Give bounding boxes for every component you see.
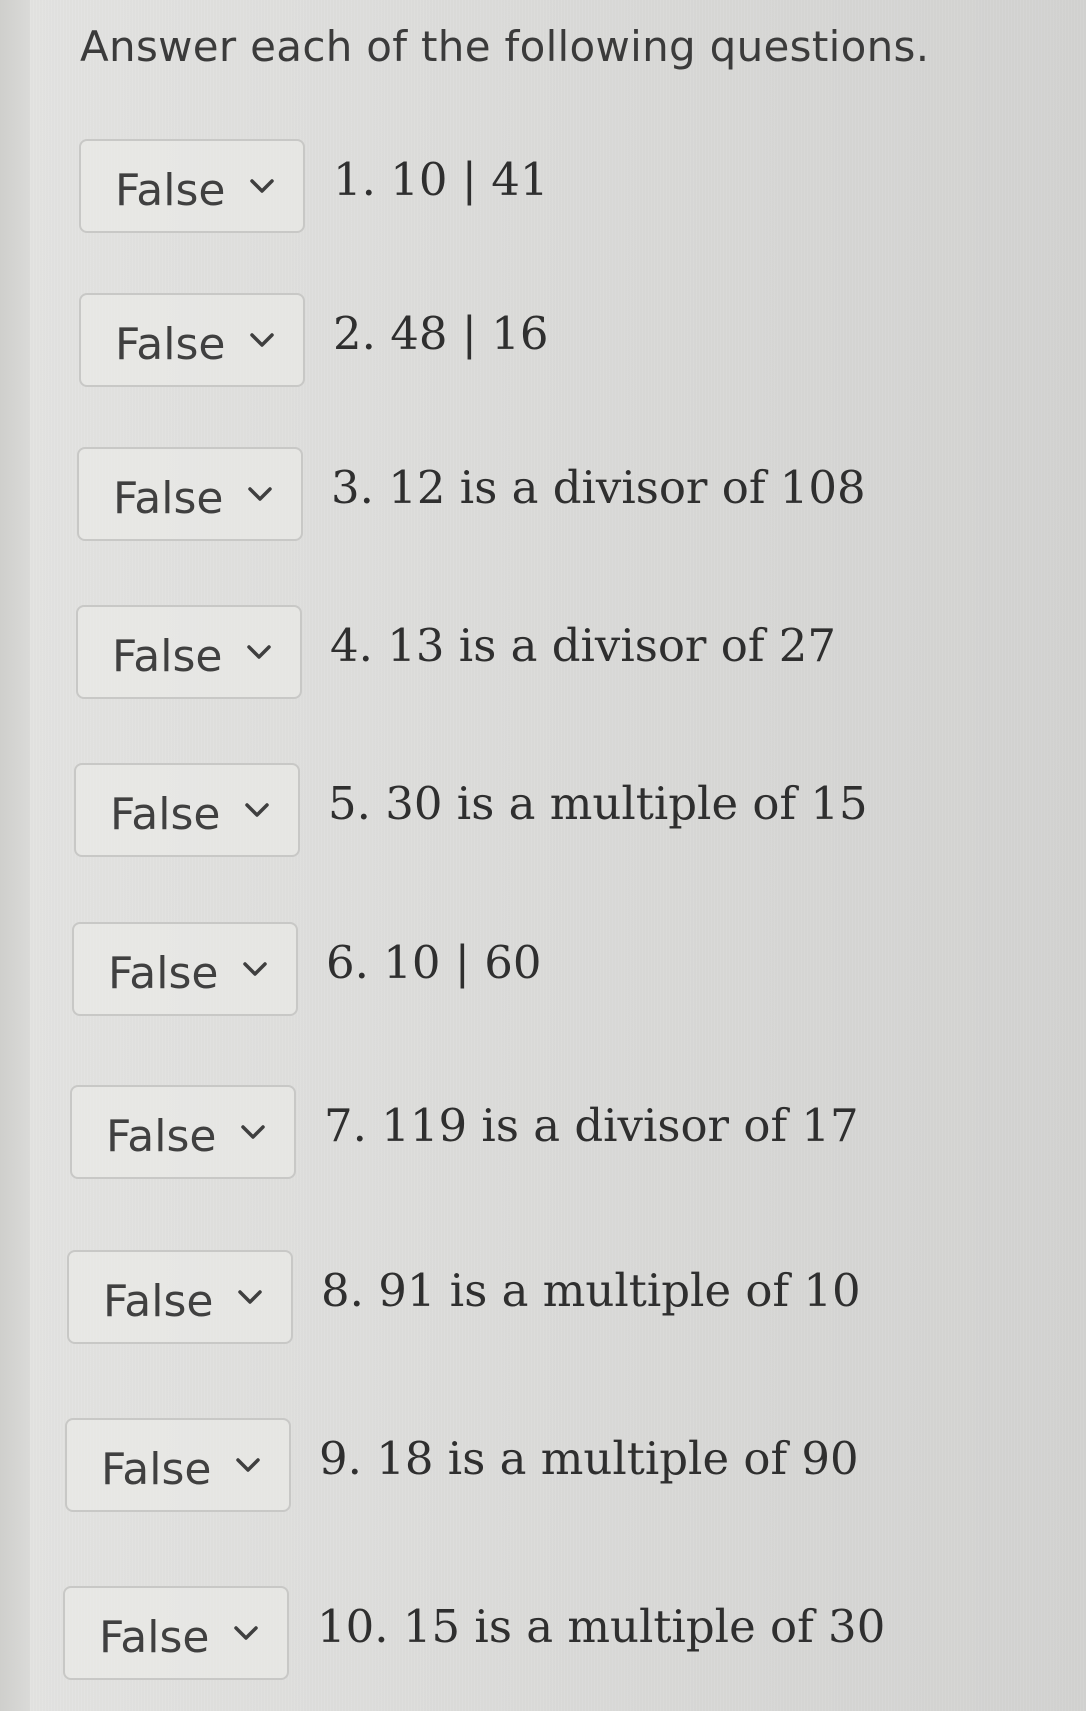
answer-value: False — [115, 165, 226, 216]
chevron-down-icon — [236, 1458, 260, 1472]
answer-select-2[interactable]: False — [79, 293, 305, 387]
answer-value: False — [113, 473, 224, 524]
answer-value: False — [106, 1111, 217, 1162]
answer-value: False — [112, 631, 223, 682]
answer-value: False — [103, 1276, 214, 1327]
chevron-down-icon — [243, 962, 267, 976]
answer-value: False — [115, 319, 226, 370]
answer-value: False — [101, 1444, 212, 1495]
chevron-down-icon — [250, 179, 274, 193]
question-text-8: 8. 91 is a multiple of 10 — [321, 1264, 861, 1317]
answer-select-1[interactable]: False — [79, 139, 305, 233]
chevron-down-icon — [250, 333, 274, 347]
question-text-4: 4. 13 is a divisor of 27 — [330, 619, 837, 672]
question-text-2: 2. 48 | 16 — [333, 307, 549, 360]
answer-value: False — [108, 948, 219, 999]
answer-select-5[interactable]: False — [74, 763, 300, 857]
question-text-6: 6. 10 | 60 — [326, 936, 542, 989]
answer-select-3[interactable]: False — [77, 447, 303, 541]
answer-value: False — [110, 789, 221, 840]
instructions: Answer each of the following questions. — [80, 22, 930, 71]
answer-select-4[interactable]: False — [76, 605, 302, 699]
answer-value: False — [99, 1612, 210, 1663]
question-text-5: 5. 30 is a multiple of 15 — [328, 777, 868, 830]
answer-select-6[interactable]: False — [72, 922, 298, 1016]
chevron-down-icon — [247, 645, 271, 659]
chevron-down-icon — [234, 1626, 258, 1640]
question-text-9: 9. 18 is a multiple of 90 — [319, 1432, 859, 1485]
chevron-down-icon — [248, 487, 272, 501]
question-text-7: 7. 119 is a divisor of 17 — [324, 1099, 859, 1152]
answer-select-10[interactable]: False — [63, 1586, 289, 1680]
question-text-3: 3. 12 is a divisor of 108 — [331, 461, 866, 514]
question-text-10: 10. 15 is a multiple of 30 — [317, 1600, 886, 1653]
question-text-1: 1. 10 | 41 — [333, 153, 549, 206]
left-edge — [0, 0, 30, 1711]
answer-select-8[interactable]: False — [67, 1250, 293, 1344]
answer-select-9[interactable]: False — [65, 1418, 291, 1512]
chevron-down-icon — [238, 1290, 262, 1304]
answer-select-7[interactable]: False — [70, 1085, 296, 1179]
chevron-down-icon — [245, 803, 269, 817]
chevron-down-icon — [241, 1125, 265, 1139]
